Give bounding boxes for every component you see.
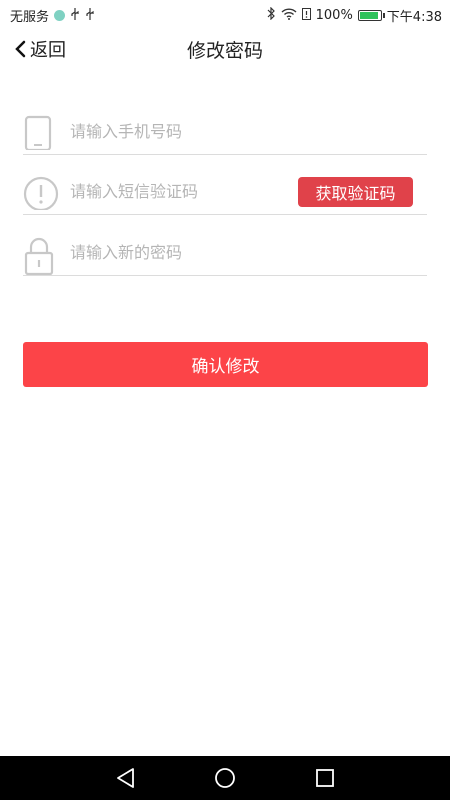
back-button[interactable]: 返回 xyxy=(14,36,66,62)
phone-input[interactable] xyxy=(68,116,292,146)
page-title: 修改密码 xyxy=(186,40,263,62)
battery-fill xyxy=(359,12,378,19)
phone-icon xyxy=(23,110,55,152)
bluetooth-icon xyxy=(267,6,276,24)
back-label: 返回 xyxy=(30,40,66,61)
lock-icon xyxy=(23,231,55,276)
system-nav-bar xyxy=(0,756,450,800)
phone-row xyxy=(23,110,427,155)
battery-icon xyxy=(357,10,385,21)
new-password-input[interactable] xyxy=(68,237,292,267)
info-icon xyxy=(23,170,59,212)
status-right: 100% 下午4:38 xyxy=(267,6,442,25)
nav-bar: 修改密码 返回 xyxy=(0,28,450,68)
circle-home-icon[interactable] xyxy=(213,766,237,790)
time-text: 下午4:38 xyxy=(386,10,442,25)
square-recent-icon[interactable] xyxy=(313,766,337,790)
wifi-icon xyxy=(281,7,297,24)
status-left: 无服务 xyxy=(10,6,95,25)
usb-icon-2 xyxy=(85,8,95,23)
app-notification-icon xyxy=(54,10,66,21)
password-row xyxy=(23,231,427,276)
battery-tip xyxy=(382,13,385,18)
battery-percent: 100% xyxy=(315,8,353,23)
triangle-back-icon[interactable] xyxy=(114,766,138,790)
status-bar: 无服务 100% 下午4:38 xyxy=(0,0,450,28)
get-code-button[interactable]: 获取验证码 xyxy=(298,177,413,207)
carrier-text: 无服务 xyxy=(10,10,50,25)
alert-sim-icon xyxy=(301,7,311,24)
back-icon xyxy=(15,40,26,58)
usb-icon xyxy=(70,8,80,23)
sms-code-input[interactable] xyxy=(68,176,292,206)
confirm-button[interactable]: 确认修改 xyxy=(23,342,428,387)
sms-row: 获取验证码 xyxy=(23,170,427,215)
